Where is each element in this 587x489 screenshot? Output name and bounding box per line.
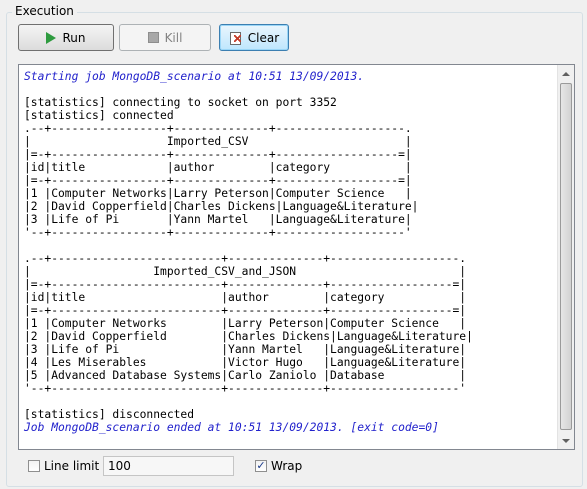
checkmark-icon: ✓ xyxy=(256,459,266,472)
line-limit-input[interactable] xyxy=(103,456,234,476)
scroll-up-button[interactable] xyxy=(558,65,574,82)
play-icon xyxy=(46,31,57,44)
kill-button[interactable]: Kill xyxy=(119,24,211,51)
wrap-checkbox-box[interactable]: ✓ xyxy=(255,460,267,472)
line-limit-checkbox-box[interactable] xyxy=(28,460,40,472)
arrow-up-icon xyxy=(562,71,570,76)
console-output[interactable]: Starting job MongoDB_scenario at 10:51 1… xyxy=(18,64,575,450)
job-start-line: Starting job MongoDB_scenario at 10:51 1… xyxy=(24,70,365,83)
vertical-scrollbar[interactable] xyxy=(557,65,574,449)
scroll-down-button[interactable] xyxy=(558,432,574,449)
clear-button-label: Clear xyxy=(247,30,280,45)
console-text: Starting job MongoDB_scenario at 10:51 1… xyxy=(24,70,556,434)
wrap-label: Wrap xyxy=(271,459,303,473)
console-log: [statistics] connecting to socket on por… xyxy=(24,96,473,421)
scroll-thumb[interactable] xyxy=(560,83,572,430)
stop-icon xyxy=(147,32,159,43)
execution-group-title: Execution xyxy=(12,4,77,18)
job-end-line: Job MongoDB_scenario ended at 10:51 13/0… xyxy=(24,421,439,434)
run-button-label: Run xyxy=(62,30,86,45)
wrap-checkbox[interactable]: ✓ Wrap xyxy=(255,456,302,476)
line-limit-label: Line limit xyxy=(44,459,100,473)
kill-button-label: Kill xyxy=(164,30,183,45)
clear-button[interactable]: Clear xyxy=(219,24,289,51)
arrow-down-icon xyxy=(562,438,570,443)
clear-console-icon xyxy=(229,31,242,45)
run-button[interactable]: Run xyxy=(18,24,114,51)
line-limit-checkbox[interactable]: Line limit xyxy=(28,456,99,476)
